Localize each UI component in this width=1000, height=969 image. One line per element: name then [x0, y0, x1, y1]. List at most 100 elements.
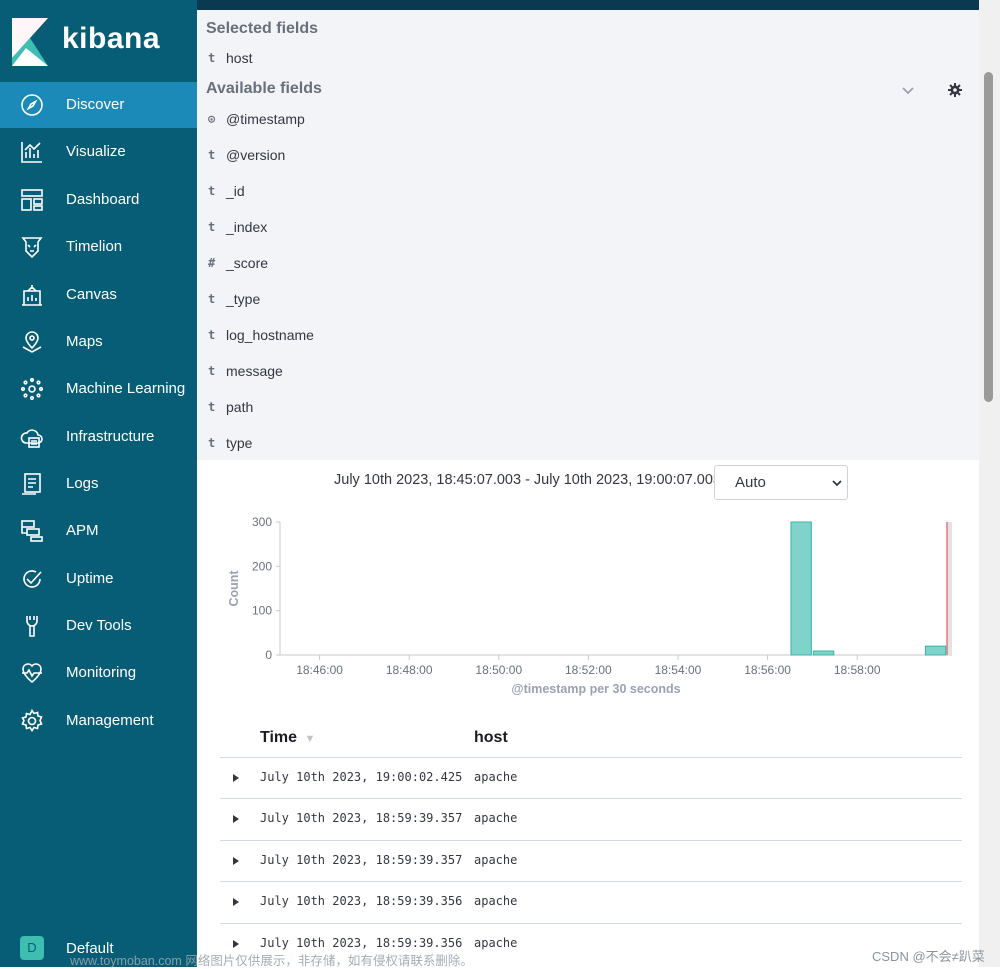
field-name: @version: [226, 147, 286, 163]
field-name: type: [226, 435, 253, 451]
sidebar-item-label: Visualize: [66, 143, 126, 160]
field-list-panel: Selected fields t host Available fields …: [197, 10, 979, 460]
interval-select[interactable]: Auto: [714, 465, 848, 500]
chevron-down-icon[interactable]: [900, 82, 916, 98]
y-tick-label: 0: [265, 648, 272, 662]
time-cell: July 10th 2023, 19:00:02.425: [260, 770, 463, 784]
available-field-item[interactable]: t @version: [197, 145, 697, 169]
kibana-logo-icon: [12, 18, 48, 66]
expand-arrow-icon[interactable]: [232, 939, 240, 949]
string-type-icon: t: [208, 292, 216, 306]
expand-arrow-icon[interactable]: [232, 897, 240, 907]
string-type-icon: t: [208, 184, 216, 198]
column-header-time[interactable]: Time ▼: [260, 729, 315, 747]
top-bar: [197, 0, 979, 10]
sidebar-item-uptime[interactable]: Uptime: [0, 556, 197, 602]
chevron-down-icon: [832, 480, 842, 487]
available-field-item[interactable]: ⊙ @timestamp: [197, 109, 697, 133]
table-row[interactable]: July 10th 2023, 18:59:39.356 apache: [220, 881, 962, 923]
kibana-logo-text: kibana: [62, 22, 161, 55]
available-field-item[interactable]: t message: [197, 361, 697, 385]
sidebar-item-dev-tools[interactable]: Dev Tools: [0, 603, 197, 649]
gear-icon: [20, 708, 44, 733]
chart-labels: 0 100 200 300 18:46:00 18:48:00 18:50:00 18:52:…: [227, 515, 881, 696]
sidebar-item-machine-learning[interactable]: Machine Learning: [0, 366, 197, 412]
sidebar-item-infrastructure[interactable]: Infrastructure: [0, 414, 197, 460]
canvas-icon: [20, 283, 44, 307]
host-cell: apache: [474, 936, 518, 950]
y-axis-title: Count: [227, 570, 241, 607]
clock-icon: ⊙: [208, 112, 216, 126]
available-field-item[interactable]: t _index: [197, 217, 697, 241]
sidebar-item-apm[interactable]: APM: [0, 508, 197, 554]
uptime-icon: [20, 567, 44, 591]
field-name: @timestamp: [226, 111, 305, 127]
available-fields-title: Available fields: [206, 80, 322, 97]
string-type-icon: t: [208, 148, 216, 162]
dev-tools-icon: [20, 614, 44, 638]
gear-icon[interactable]: [947, 82, 963, 98]
host-cell: apache: [474, 853, 518, 867]
sidebar-item-management[interactable]: Management: [0, 698, 197, 744]
sidebar-item-canvas[interactable]: Canvas: [0, 272, 197, 318]
available-field-item[interactable]: t _id: [197, 181, 697, 205]
table-row[interactable]: July 10th 2023, 18:59:39.357 apache: [220, 798, 962, 840]
y-tick-label: 300: [252, 515, 272, 529]
available-field-item[interactable]: # _score: [197, 253, 697, 277]
sidebar-item-maps[interactable]: Maps: [0, 319, 197, 365]
x-tick-label: 18:54:00: [655, 663, 702, 677]
field-name: _index: [226, 219, 268, 235]
sidebar-item-label: Maps: [66, 333, 103, 350]
host-cell: apache: [474, 811, 518, 825]
selected-field-item[interactable]: t host: [197, 48, 697, 72]
available-field-item[interactable]: t log_hostname: [197, 325, 697, 349]
time-cell: July 10th 2023, 18:59:39.356: [260, 936, 463, 950]
field-name: _score: [226, 255, 269, 271]
available-field-item[interactable]: t type: [197, 433, 697, 457]
sidebar-item-dashboard[interactable]: Dashboard: [0, 177, 197, 223]
string-type-icon: t: [208, 51, 216, 65]
host-cell: apache: [474, 770, 518, 784]
kibana-logo[interactable]: kibana: [12, 18, 192, 66]
sidebar-item-discover[interactable]: Discover: [0, 82, 197, 128]
maps-icon: [20, 330, 44, 354]
column-header-host[interactable]: host: [474, 729, 508, 747]
apm-icon: [20, 519, 44, 543]
x-axis-title: @timestamp per 30 seconds: [511, 682, 680, 696]
table-row[interactable]: July 10th 2023, 19:00:02.425 apache: [220, 757, 962, 799]
table-row[interactable]: July 10th 2023, 18:59:39.357 apache: [220, 840, 962, 882]
sidebar-nav: kibana Discover Visualize Dashboard Time…: [0, 0, 197, 967]
field-name: path: [226, 399, 254, 415]
sidebar-item-visualize[interactable]: Visualize: [0, 129, 197, 175]
available-field-item[interactable]: t path: [197, 397, 697, 421]
histogram-bar: [924, 645, 947, 656]
sidebar-item-timelion[interactable]: Timelion: [0, 224, 197, 270]
sidebar-item-label: Canvas: [66, 286, 117, 303]
sidebar-item-label: Machine Learning: [66, 380, 186, 397]
column-header-label: Time: [260, 729, 298, 746]
sort-down-icon[interactable]: ▼: [305, 733, 316, 745]
expand-arrow-icon[interactable]: [232, 773, 240, 783]
sidebar-item-label: Dev Tools: [66, 617, 132, 634]
watermark-left: www.toymoban.com 网络图片仅供展示，非存储，如有侵权请联系删除。: [70, 954, 473, 968]
histogram-chart: 0 100 200 300 18:46:00 18:48:00 18:50:00 18:52:…: [227, 515, 952, 696]
field-name: message: [226, 363, 283, 379]
time-range-label: July 10th 2023, 18:45:07.003 - July 10th…: [334, 472, 740, 488]
interval-value: Auto: [735, 474, 766, 491]
expand-arrow-icon[interactable]: [232, 856, 240, 866]
monitoring-icon: [20, 661, 44, 685]
sidebar-item-label: Uptime: [66, 570, 114, 587]
sidebar-item-label: Timelion: [66, 238, 123, 255]
expand-arrow-icon[interactable]: [232, 814, 240, 824]
y-tick-label: 200: [252, 559, 272, 573]
sidebar-item-logs[interactable]: Logs: [0, 461, 197, 507]
string-type-icon: t: [208, 436, 216, 450]
field-name: host: [226, 50, 253, 66]
scrollbar-thumb[interactable]: [984, 72, 993, 402]
space-avatar: D: [20, 936, 44, 960]
number-type-icon: #: [208, 256, 216, 270]
compass-icon: [20, 93, 44, 117]
available-field-item[interactable]: t _type: [197, 289, 697, 313]
sidebar-item-monitoring[interactable]: Monitoring: [0, 650, 197, 696]
y-tick-label: 100: [252, 604, 272, 618]
